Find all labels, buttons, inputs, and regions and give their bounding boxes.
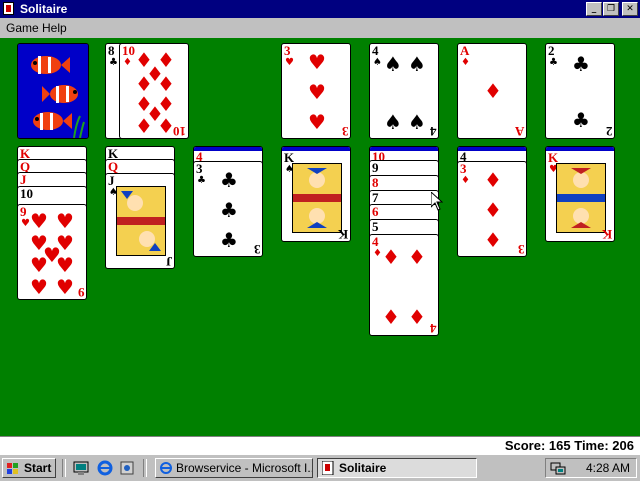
task-label: Browservice - Microsoft I...	[176, 461, 313, 475]
diamond-suit-icon: ♦	[461, 57, 470, 68]
diamond-suit-icon: ♦	[461, 175, 470, 186]
tableau7-card-top[interactable]: K ♥ K	[545, 146, 615, 242]
foundation-hearts[interactable]: 3 ♥ ♥ ♥ ♥ 3	[281, 43, 351, 139]
taskbar: Start Browservice - Microsoft I... Solit…	[0, 454, 640, 481]
network-tray-icon[interactable]	[550, 460, 566, 476]
status-bar: Score: 165 Time: 206	[0, 436, 640, 455]
card-rank: A	[460, 43, 470, 58]
solitaire-app-icon[interactable]	[3, 2, 14, 15]
jack-face-icon	[116, 186, 166, 256]
taskbar-divider	[62, 459, 66, 477]
game-table: 8 ♣ 10 ♦ ♦ ♦ ♦ ♦ ♦ ♦ ♦ ♦ ♦ ♦ 10 3 ♥ ♥ ♥ ♥ 3 …	[0, 38, 640, 436]
mouse-pointer-icon	[431, 192, 443, 211]
menu-game[interactable]: Game	[6, 21, 39, 35]
menu-help[interactable]: Help	[42, 21, 67, 35]
browser-window-icon	[159, 461, 173, 475]
time-value: 206	[612, 438, 634, 453]
minimize-button[interactable]: _	[586, 2, 602, 16]
system-tray: 4:28 AM	[545, 458, 637, 478]
diamond-suit-icon: ♦	[373, 248, 382, 259]
menu-bar: Game Help	[0, 18, 640, 38]
card-rank: 4	[372, 43, 379, 58]
card-rank: 2	[548, 43, 555, 58]
maximize-button[interactable]: ❐	[603, 2, 619, 16]
channels-icon[interactable]	[119, 460, 135, 476]
windows-logo-icon	[7, 462, 19, 474]
club-suit-icon: ♣	[549, 57, 558, 68]
tableau2-card-top[interactable]: J ♠ J	[105, 173, 175, 269]
score-time-readout: Score: 165 Time: 206	[505, 438, 634, 453]
start-label: Start	[24, 461, 52, 475]
heart-suit-icon: ♥	[285, 57, 294, 68]
tableau5-card-top[interactable]: 4 ♦ ♦ ♦ ♦ ♦ 4	[369, 234, 439, 336]
fish-card-back-icon	[18, 44, 88, 138]
task-browservice[interactable]: Browservice - Microsoft I...	[155, 458, 313, 478]
foundation-clubs[interactable]: 2 ♣ ♣ ♣ 2	[545, 43, 615, 139]
task-label: Solitaire	[339, 461, 387, 475]
task-solitaire[interactable]: Solitaire	[317, 458, 477, 478]
card-rank: 8	[108, 43, 115, 58]
king-face-icon	[292, 163, 342, 233]
taskbar-divider	[143, 459, 147, 477]
title-bar: Solitaire _ ❐ ✕	[0, 0, 640, 18]
club-suit-icon: ♣	[197, 175, 206, 186]
tableau3-card-top[interactable]: 3 ♣ ♣ ♣ ♣ 3	[193, 161, 263, 257]
tableau6-card-top[interactable]: 3 ♦ ♦ ♦ ♦ 3	[457, 161, 527, 257]
waste-card-top[interactable]: 10 ♦ ♦ ♦ ♦ ♦ ♦ ♦ ♦ ♦ ♦ ♦ 10	[119, 43, 189, 139]
card-rank: 10	[122, 43, 135, 58]
solitaire-task-icon	[321, 460, 334, 476]
score-value: 165	[548, 438, 571, 453]
clock[interactable]: 4:28 AM	[586, 461, 630, 475]
score-label: Score:	[504, 438, 546, 453]
window-title: Solitaire	[20, 2, 68, 16]
internet-explorer-icon[interactable]	[97, 460, 113, 476]
start-button[interactable]: Start	[2, 458, 56, 478]
show-desktop-icon[interactable]	[73, 460, 89, 476]
stock-pile[interactable]	[17, 43, 89, 139]
heart-suit-icon: ♥	[21, 218, 30, 229]
diamond-suit-icon: ♦	[123, 57, 132, 68]
club-suit-icon: ♣	[109, 57, 118, 68]
foundation-spades[interactable]: 4 ♠ ♠ ♠ ♠ ♠ 4	[369, 43, 439, 139]
king-face-icon	[556, 163, 606, 233]
foundation-diamonds[interactable]: A ♦ ♦ A	[457, 43, 527, 139]
tableau1-card-top[interactable]: 9 ♥ ♥ ♥ ♥ ♥ ♥ ♥ ♥ ♥ ♥ 9	[17, 204, 87, 300]
time-label: Time:	[574, 438, 609, 453]
close-button[interactable]: ✕	[622, 2, 638, 16]
tableau4-card-top[interactable]: K ♠ K	[281, 146, 351, 242]
spade-suit-icon: ♠	[373, 57, 382, 68]
card-rank: 3	[284, 43, 291, 58]
